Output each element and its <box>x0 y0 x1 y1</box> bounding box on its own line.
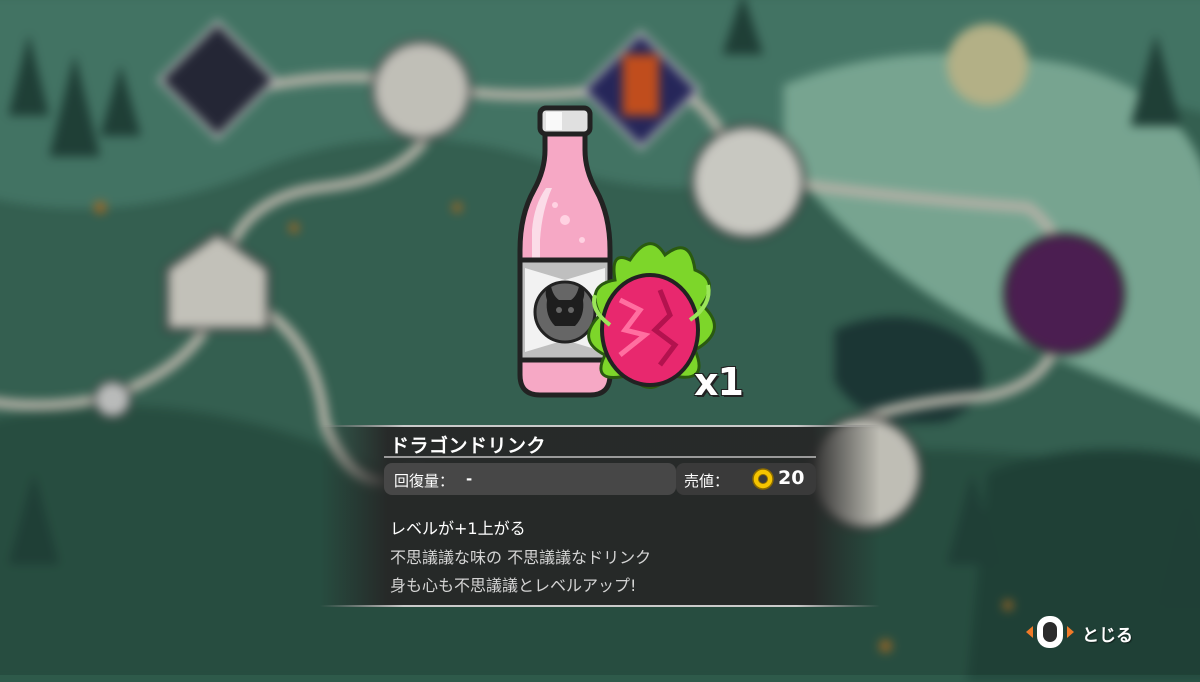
recovery-value: - <box>466 470 473 488</box>
item-description-line: 身も心も不思議議とレベルアップ! <box>390 576 637 595</box>
panel-bottom-divider <box>320 605 880 607</box>
close-label: とじる <box>1082 626 1133 646</box>
sell-price-stat: 売値： 20 <box>676 463 816 495</box>
dragon-drink-bottle-icon <box>517 105 716 398</box>
recovery-label: 回復量： <box>394 472 455 490</box>
item-quantity: x1 <box>694 360 744 404</box>
item-description-line: 不思議議な味の 不思議議なドリンク <box>390 548 652 567</box>
item-effect: レベルが+1上がる <box>390 519 526 538</box>
close-button[interactable]: とじる <box>1024 614 1154 650</box>
panel-top-divider <box>320 425 880 427</box>
item-info-panel: ドラゴンドリンク 回復量： - 売値： 20 レベルが+1上がる 不思議議な味の… <box>320 425 880 607</box>
button-prompt-icon <box>1026 616 1074 648</box>
sell-price-label: 売値： <box>684 472 730 490</box>
sell-price-value: 20 <box>778 467 805 489</box>
item-name: ドラゴンドリンク <box>390 435 547 457</box>
coin-icon <box>752 468 774 490</box>
recovery-stat: 回復量： - <box>384 463 676 495</box>
item-name-underline <box>384 456 816 458</box>
